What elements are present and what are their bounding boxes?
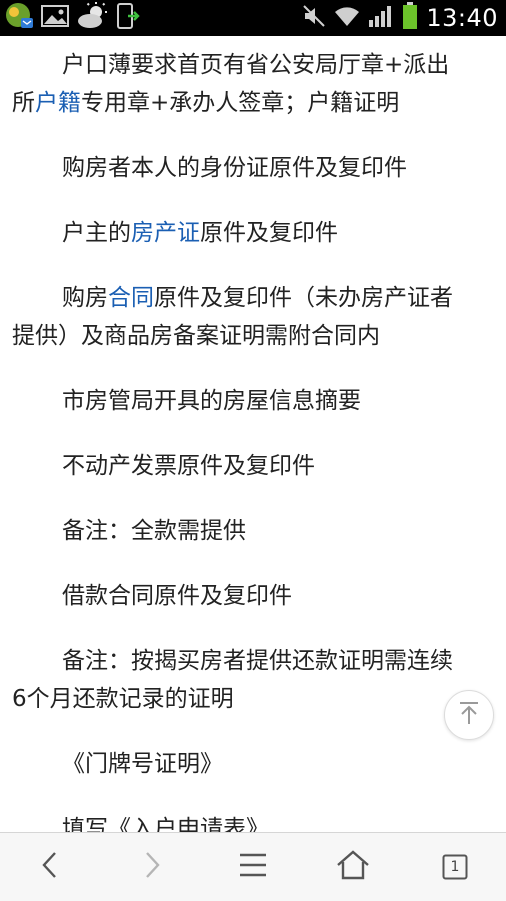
forward-button[interactable] <box>122 845 182 889</box>
article-paragraph: 购房者本人的身份证原件及复印件 <box>12 149 496 187</box>
text-segment: 户口薄要求首页有省公安局厅章+派出 <box>62 52 450 78</box>
text-segment: 市房管局开具的房屋信息摘要 <box>62 388 361 414</box>
text-segment: 原件及复印件 <box>200 220 338 246</box>
menu-icon <box>238 852 268 882</box>
article-paragraph: 户主的房产证原件及复印件 <box>12 214 496 252</box>
article-paragraph: 备注：全款需提供 <box>12 512 496 550</box>
text-segment: 《门牌号证明》 <box>62 751 223 777</box>
article-paragraph: 借款合同原件及复印件 <box>12 577 496 615</box>
home-button[interactable] <box>323 845 383 889</box>
keyword-link[interactable]: 房产证 <box>131 220 200 246</box>
article-paragraph: 填写《入户申请表》 <box>12 810 496 832</box>
text-segment: 所 <box>12 90 35 116</box>
text-segment: 户主的 <box>62 220 131 246</box>
paragraph-line: 借款合同原件及复印件 <box>12 577 496 615</box>
text-segment: 填写《入户申请表》 <box>62 816 269 832</box>
tab-count: 1 <box>450 859 460 875</box>
phone-transfer-icon <box>114 2 142 34</box>
article-paragraph: 户口薄要求首页有省公安局厅章+派出所户籍专用章+承办人签章；户籍证明 <box>12 46 496 122</box>
text-segment: 备注：全款需提供 <box>62 518 246 544</box>
article-paragraph: 《门牌号证明》 <box>12 745 496 783</box>
paragraph-line: 市房管局开具的房屋信息摘要 <box>12 382 496 420</box>
text-segment: 购房 <box>62 285 108 311</box>
text-segment: 专用章+承办人签章；户籍证明 <box>81 90 400 116</box>
keyword-link[interactable]: 合同 <box>108 285 154 311</box>
status-system: 13:40 <box>302 2 498 34</box>
weather-icon <box>76 2 108 34</box>
paragraph-line: 不动产发票原件及复印件 <box>12 447 496 485</box>
text-segment: 备注：按揭买房者提供还款证明需连续 <box>62 648 453 674</box>
back-to-top-button[interactable] <box>444 690 494 740</box>
status-bar: 13:40 <box>0 0 506 36</box>
back-to-top-icon <box>456 700 482 730</box>
menu-button[interactable] <box>223 845 283 889</box>
paragraph-line: 《门牌号证明》 <box>12 745 496 783</box>
back-button[interactable] <box>20 845 80 889</box>
tabs-icon: 1 <box>442 854 468 880</box>
text-segment: 购房者本人的身份证原件及复印件 <box>62 155 407 181</box>
paragraph-line: 户口薄要求首页有省公安局厅章+派出 <box>12 46 496 84</box>
text-segment: 提供）及商品房备案证明需附合同内 <box>12 323 380 349</box>
back-arrow-icon <box>38 850 62 884</box>
article-paragraph: 市房管局开具的房屋信息摘要 <box>12 382 496 420</box>
tabs-button[interactable]: 1 <box>425 845 485 889</box>
paragraph-line: 6个月还款记录的证明 <box>12 680 496 718</box>
text-segment: 原件及复印件（未办房产证者 <box>154 285 453 311</box>
text-segment: 借款合同原件及复印件 <box>62 583 292 609</box>
home-icon <box>336 849 370 885</box>
signal-icon <box>368 4 394 32</box>
keyword-link[interactable]: 户籍 <box>35 90 81 116</box>
status-time: 13:40 <box>426 4 498 32</box>
paragraph-line: 填写《入户申请表》 <box>12 810 496 832</box>
text-segment: 不动产发票原件及复印件 <box>62 453 315 479</box>
paragraph-line: 备注：按揭买房者提供还款证明需连续 <box>12 642 496 680</box>
image-icon <box>40 3 70 33</box>
article-paragraph: 备注：按揭买房者提供还款证明需连续 6个月还款记录的证明 <box>12 642 496 718</box>
paragraph-line: 户主的房产证原件及复印件 <box>12 214 496 252</box>
paragraph-line: 购房合同原件及复印件（未办房产证者 <box>12 279 496 317</box>
article-paragraph: 不动产发票原件及复印件 <box>12 447 496 485</box>
forward-arrow-icon <box>140 850 164 884</box>
article-paragraph: 购房合同原件及复印件（未办房产证者提供）及商品房备案证明需附合同内 <box>12 279 496 355</box>
browser-toolbar: 1 <box>0 832 506 901</box>
app-icon <box>4 1 34 35</box>
paragraph-line: 购房者本人的身份证原件及复印件 <box>12 149 496 187</box>
paragraph-line: 提供）及商品房备案证明需附合同内 <box>12 317 496 355</box>
article-content[interactable]: 户口薄要求首页有省公安局厅章+派出所户籍专用章+承办人签章；户籍证明购房者本人的… <box>0 36 506 832</box>
mute-icon <box>302 4 326 32</box>
paragraph-line: 备注：全款需提供 <box>12 512 496 550</box>
text-segment: 6个月还款记录的证明 <box>12 686 234 712</box>
wifi-icon <box>334 4 360 32</box>
battery-icon <box>402 2 418 34</box>
paragraph-line: 所户籍专用章+承办人签章；户籍证明 <box>12 84 496 122</box>
status-notifications <box>4 1 142 35</box>
